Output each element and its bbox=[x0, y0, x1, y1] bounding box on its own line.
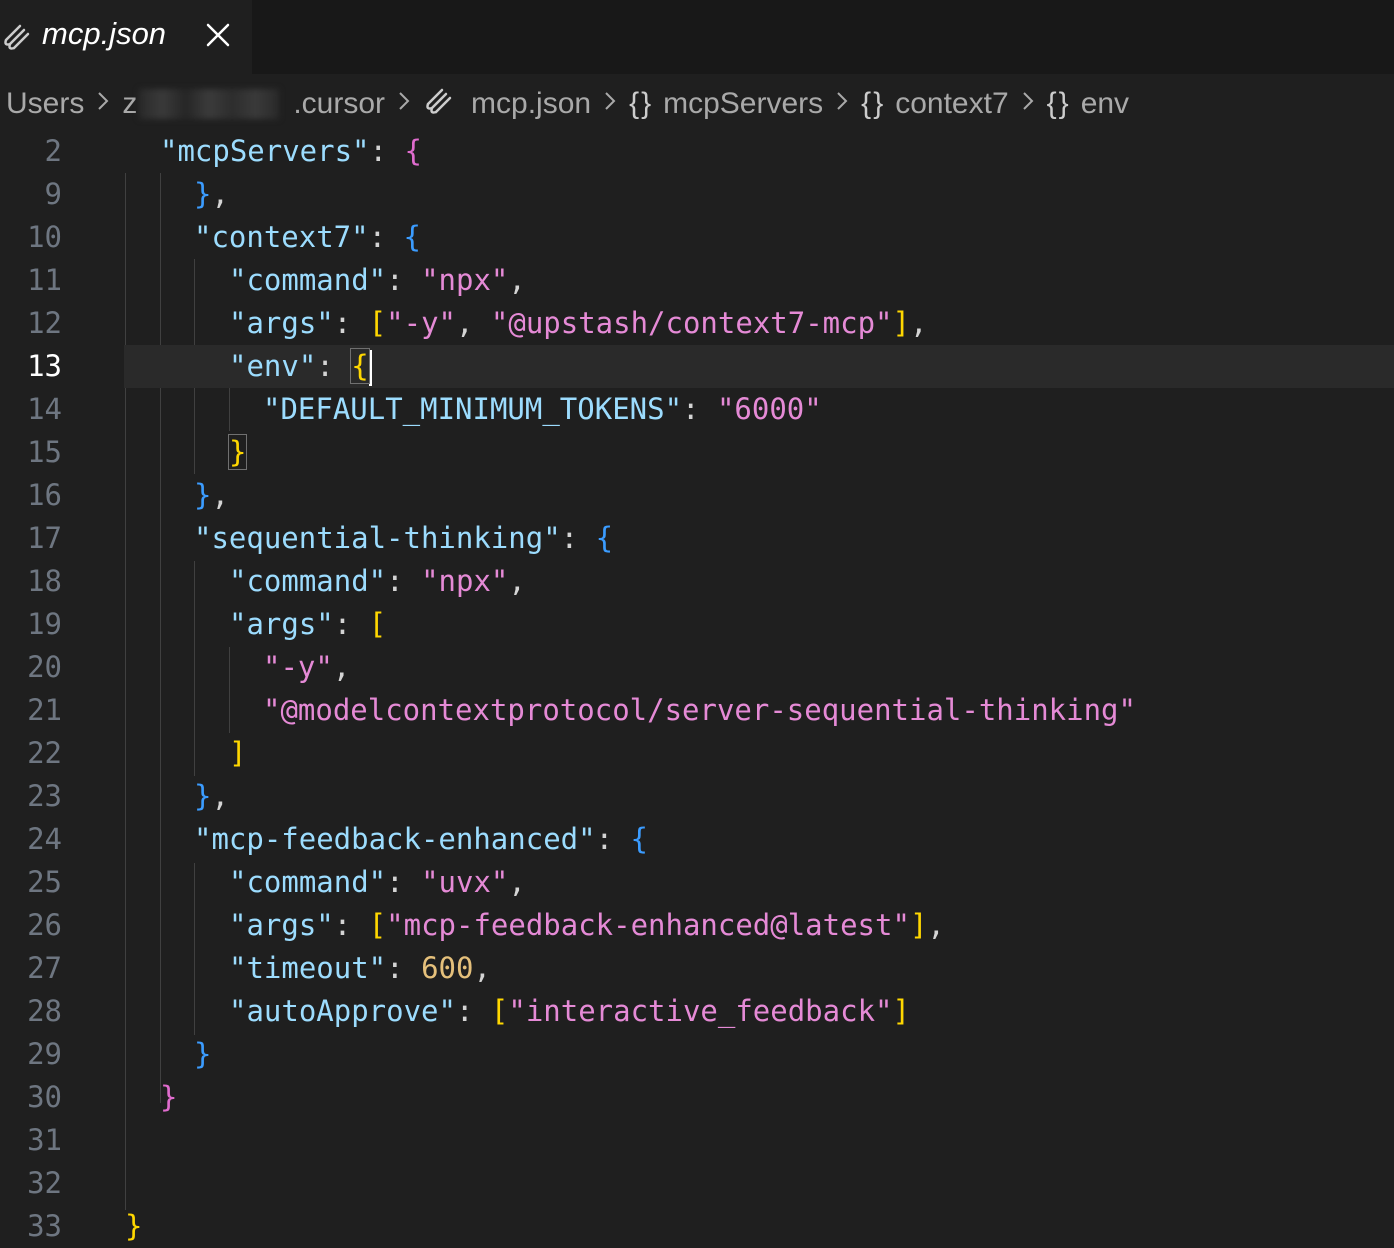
line-number: 21 bbox=[27, 693, 62, 727]
code-line: } bbox=[194, 1037, 212, 1071]
object-symbol-icon: {} bbox=[629, 87, 654, 120]
code-line: "@modelcontextprotocol/server-sequential… bbox=[263, 693, 1136, 727]
line-number: 26 bbox=[27, 908, 62, 942]
breadcrumb-users[interactable]: Users bbox=[6, 87, 84, 121]
code-line-current: "env": { bbox=[229, 345, 372, 388]
close-icon[interactable] bbox=[204, 21, 232, 54]
code-line: }, bbox=[194, 177, 229, 211]
chevron-right-icon bbox=[1021, 87, 1035, 121]
tab-label: mcp.json bbox=[42, 16, 167, 51]
code-line: "autoApprove": ["interactive_feedback"] bbox=[229, 994, 910, 1028]
code-line: "DEFAULT_MINIMUM_TOKENS": "6000" bbox=[263, 392, 822, 426]
line-number: 30 bbox=[27, 1080, 62, 1114]
code-line: }, bbox=[194, 478, 229, 512]
line-number: 15 bbox=[27, 435, 62, 469]
line-number-current: 13 bbox=[27, 349, 62, 383]
breadcrumb-context7[interactable]: context7 bbox=[895, 87, 1008, 121]
indent-guide bbox=[194, 863, 195, 1035]
breadcrumb: Users z .cursor mcp.json {} mcpServers {… bbox=[6, 82, 1129, 126]
indent-guide bbox=[229, 647, 230, 733]
code-line: "args": ["-y", "@upstash/context7-mcp"], bbox=[229, 306, 928, 340]
chevron-right-icon bbox=[96, 87, 110, 121]
chevron-right-icon bbox=[603, 87, 617, 121]
chevron-right-icon bbox=[397, 87, 411, 121]
line-number: 28 bbox=[27, 994, 62, 1028]
indent-guide bbox=[160, 173, 161, 1103]
breadcrumb-file[interactable]: mcp.json bbox=[471, 87, 591, 121]
breadcrumb-cursor-dir[interactable]: .cursor bbox=[293, 87, 385, 121]
code-line: "args": [ bbox=[229, 607, 387, 641]
file-json-icon bbox=[423, 84, 455, 124]
line-number: 16 bbox=[27, 478, 62, 512]
indent-guide bbox=[229, 388, 230, 431]
code-editor[interactable]: 2 9 10 11 12 13 14 15 16 17 18 19 20 21 … bbox=[0, 130, 1394, 1243]
tab-bar: mcp.json bbox=[0, 0, 1394, 74]
code-line: "-y", bbox=[263, 650, 351, 684]
code-line: "sequential-thinking": { bbox=[194, 521, 614, 555]
code-line: } bbox=[160, 1080, 178, 1114]
code-line: "command": "npx", bbox=[229, 263, 526, 297]
line-number: 11 bbox=[27, 263, 62, 297]
line-number: 14 bbox=[27, 392, 62, 426]
line-number: 25 bbox=[27, 865, 62, 899]
breadcrumb-user-initial[interactable]: z bbox=[122, 87, 137, 121]
line-number: 2 bbox=[44, 134, 62, 168]
line-number: 10 bbox=[27, 220, 62, 254]
code-line: "command": "uvx", bbox=[229, 865, 526, 899]
object-symbol-icon: {} bbox=[1046, 87, 1071, 120]
redacted-username bbox=[139, 89, 280, 119]
line-number: 12 bbox=[27, 306, 62, 340]
line-number: 20 bbox=[27, 650, 62, 684]
code-line: "timeout": 600, bbox=[229, 951, 491, 985]
chevron-right-icon bbox=[835, 87, 849, 121]
tab-mcp-json[interactable]: mcp.json bbox=[0, 0, 252, 74]
line-number: 22 bbox=[27, 736, 62, 770]
indent-guide bbox=[125, 173, 126, 1210]
code-line: "command": "npx", bbox=[229, 564, 526, 598]
line-number: 31 bbox=[27, 1123, 62, 1157]
line-number: 18 bbox=[27, 564, 62, 598]
code-line: } bbox=[227, 434, 248, 470]
object-symbol-icon: {} bbox=[861, 87, 886, 120]
line-number: 29 bbox=[27, 1037, 62, 1071]
code-line: } bbox=[125, 1209, 143, 1243]
code-line: "context7": { bbox=[194, 220, 421, 254]
line-number: 24 bbox=[27, 822, 62, 856]
line-number: 23 bbox=[27, 779, 62, 813]
code-line: "args": ["mcp-feedback-enhanced@latest"]… bbox=[229, 908, 945, 942]
code-line: }, bbox=[194, 779, 229, 813]
line-number: 17 bbox=[27, 521, 62, 555]
text-cursor bbox=[368, 350, 372, 386]
code-line: ] bbox=[229, 736, 247, 770]
line-number: 19 bbox=[27, 607, 62, 641]
code-line: "mcp-feedback-enhanced": { bbox=[194, 822, 648, 856]
breadcrumb-env[interactable]: env bbox=[1081, 87, 1129, 121]
file-json-icon bbox=[2, 20, 32, 57]
breadcrumb-mcpservers[interactable]: mcpServers bbox=[663, 87, 823, 121]
indent-guide bbox=[194, 561, 195, 776]
line-number: 33 bbox=[27, 1209, 62, 1243]
line-number: 32 bbox=[27, 1166, 62, 1200]
line-number: 27 bbox=[27, 951, 62, 985]
line-number: 9 bbox=[44, 177, 62, 211]
code-line: "mcpServers": { bbox=[160, 134, 422, 168]
